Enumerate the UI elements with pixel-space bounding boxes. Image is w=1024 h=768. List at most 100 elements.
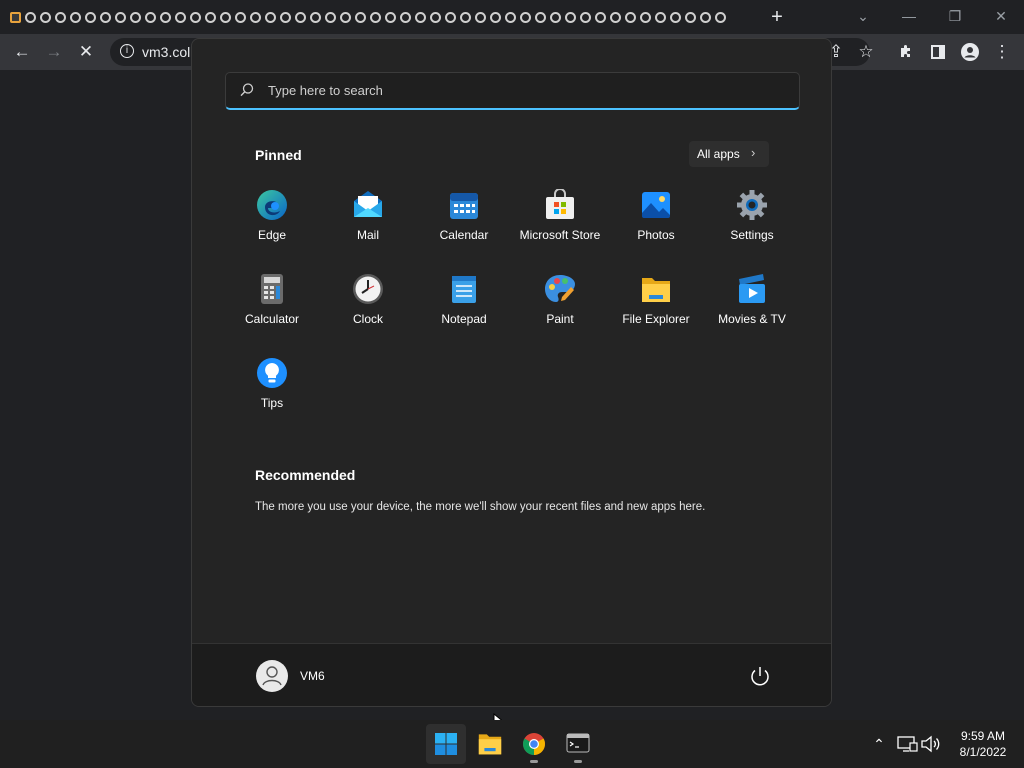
start-search-input[interactable]: Type here to search — [225, 72, 800, 110]
browser-tab[interactable] — [398, 8, 413, 26]
browser-tab[interactable] — [488, 8, 503, 26]
browser-tab[interactable] — [413, 8, 428, 26]
settings-icon — [737, 190, 767, 220]
browser-tab[interactable] — [68, 8, 83, 26]
taskbar-terminal[interactable] — [558, 724, 598, 764]
stop-loading-button[interactable]: ✕ — [74, 40, 98, 64]
tab-favicon-icon — [190, 11, 201, 23]
browser-tab[interactable] — [293, 8, 308, 26]
taskbar-clock[interactable]: 9:59 AM 8/1/2022 — [948, 728, 1018, 760]
browser-tab[interactable] — [713, 8, 728, 26]
pinned-app-tips[interactable]: Tips — [224, 349, 320, 421]
tab-favicon-icon — [700, 11, 711, 23]
browser-tab[interactable] — [173, 8, 188, 26]
pinned-app-calendar[interactable]: Calendar — [416, 181, 512, 253]
pinned-app-mail[interactable]: Mail — [320, 181, 416, 253]
profile-icon[interactable] — [958, 40, 982, 64]
pinned-app-clock[interactable]: Clock — [320, 265, 416, 337]
all-apps-button[interactable]: All apps › — [689, 141, 769, 167]
search-icon — [240, 83, 254, 97]
taskbar-chrome[interactable] — [514, 724, 554, 764]
browser-tab[interactable] — [473, 8, 488, 26]
back-button[interactable]: ← — [10, 40, 34, 64]
browser-tab[interactable] — [608, 8, 623, 26]
browser-tab[interactable] — [338, 8, 353, 26]
network-icon[interactable] — [895, 732, 919, 756]
volume-icon[interactable] — [919, 732, 943, 756]
pinned-app-photos[interactable]: Photos — [608, 181, 704, 253]
browser-tab[interactable] — [158, 8, 173, 26]
browser-tab[interactable] — [218, 8, 233, 26]
browser-tab[interactable] — [593, 8, 608, 26]
browser-tab[interactable] — [203, 8, 218, 26]
new-tab-button[interactable]: + — [766, 6, 788, 28]
browser-tab[interactable] — [23, 8, 38, 26]
bookmark-star-icon[interactable]: ☆ — [854, 40, 878, 64]
terminal-icon — [566, 733, 590, 753]
close-button[interactable]: ✕ — [986, 4, 1016, 28]
mail-icon — [354, 191, 382, 217]
taskbar-start-button[interactable] — [426, 724, 466, 764]
browser-tab[interactable] — [113, 8, 128, 26]
browser-tab[interactable] — [323, 8, 338, 26]
search-placeholder: Type here to search — [268, 83, 383, 98]
extensions-icon[interactable] — [894, 40, 918, 64]
pinned-app-movies-tv[interactable]: Movies & TV — [704, 265, 800, 337]
browser-tab[interactable] — [83, 8, 98, 26]
browser-tab[interactable] — [578, 8, 593, 26]
browser-tab[interactable] — [263, 8, 278, 26]
browser-tab[interactable] — [548, 8, 563, 26]
browser-tab[interactable] — [623, 8, 638, 26]
browser-tab[interactable] — [428, 8, 443, 26]
browser-tab[interactable] — [533, 8, 548, 26]
browser-tab[interactable] — [98, 8, 113, 26]
browser-tab[interactable] — [698, 8, 713, 26]
browser-tab[interactable] — [443, 8, 458, 26]
pinned-app-paint[interactable]: Paint — [512, 265, 608, 337]
browser-menu-icon[interactable]: ⋮ — [990, 40, 1014, 64]
browser-tab[interactable] — [458, 8, 473, 26]
browser-tab[interactable] — [308, 8, 323, 26]
browser-tab[interactable] — [128, 8, 143, 26]
pinned-app-file-explorer[interactable]: File Explorer — [608, 265, 704, 337]
browser-tab[interactable] — [38, 8, 53, 26]
movies-icon — [739, 274, 765, 303]
user-name[interactable]: VM6 — [300, 669, 325, 683]
power-icon[interactable] — [748, 664, 772, 688]
pinned-app-notepad[interactable]: Notepad — [416, 265, 512, 337]
browser-tab[interactable] — [53, 8, 68, 26]
tab-favicon-icon — [130, 11, 141, 23]
pinned-app-settings[interactable]: Settings — [704, 181, 800, 253]
browser-tab[interactable] — [143, 8, 158, 26]
user-avatar[interactable] — [256, 660, 288, 692]
tray-overflow-chevron-icon[interactable]: ⌃ — [867, 732, 891, 756]
restore-button[interactable]: ❐ — [940, 4, 970, 28]
pinned-app-microsoft-store[interactable]: Microsoft Store — [512, 181, 608, 253]
browser-tab[interactable] — [503, 8, 518, 26]
browser-tab[interactable] — [278, 8, 293, 26]
browser-tab[interactable] — [233, 8, 248, 26]
browser-tab[interactable] — [653, 8, 668, 26]
pinned-app-calculator[interactable]: Calculator — [224, 265, 320, 337]
site-info-icon[interactable]: i — [120, 44, 134, 58]
minimize-button[interactable]: — — [894, 4, 924, 28]
browser-tab[interactable] — [8, 8, 23, 26]
browser-tab[interactable] — [518, 8, 533, 26]
browser-tab[interactable] — [368, 8, 383, 26]
browser-tab[interactable] — [383, 8, 398, 26]
side-panel-icon[interactable] — [926, 40, 950, 64]
forward-button[interactable]: → — [42, 40, 66, 64]
browser-tab[interactable] — [353, 8, 368, 26]
taskbar-file-explorer[interactable] — [470, 724, 510, 764]
pinned-app-edge[interactable]: Edge — [224, 181, 320, 253]
browser-tab[interactable] — [683, 8, 698, 26]
app-label: Settings — [730, 228, 774, 242]
tab-favicon-icon — [100, 11, 111, 23]
tab-favicon-icon — [475, 11, 486, 23]
browser-tab[interactable] — [563, 8, 578, 26]
browser-tab[interactable] — [638, 8, 653, 26]
tab-search-button[interactable]: ⌄ — [848, 4, 878, 28]
browser-tab[interactable] — [188, 8, 203, 26]
browser-tab[interactable] — [248, 8, 263, 26]
browser-tab[interactable] — [668, 8, 683, 26]
